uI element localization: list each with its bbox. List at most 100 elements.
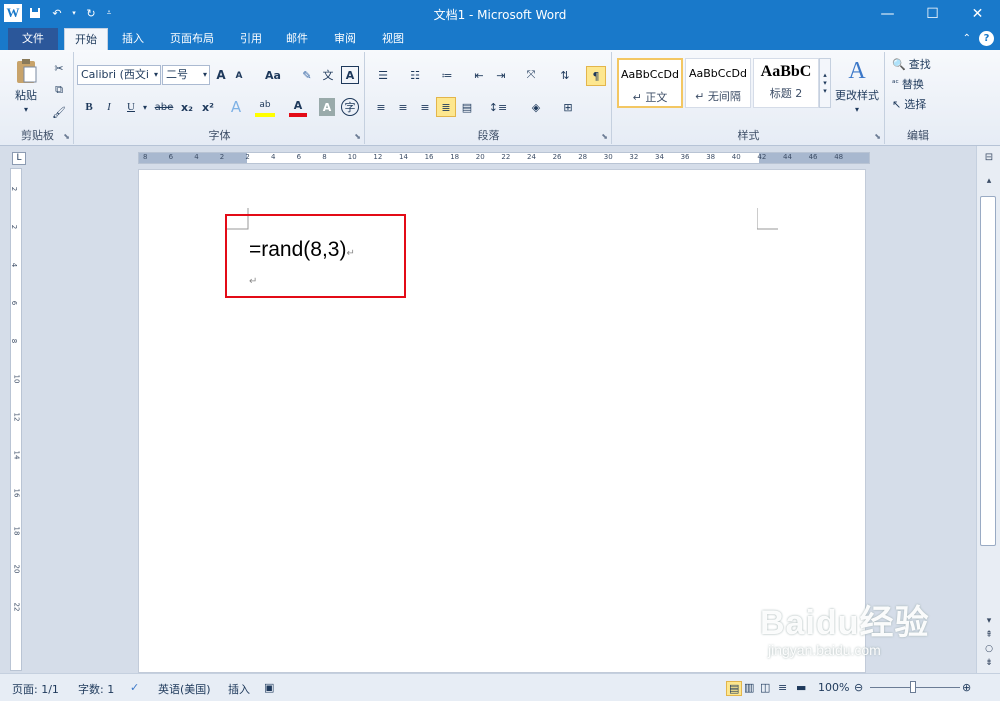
macro-record-icon[interactable]: ▣ <box>264 681 274 694</box>
chinese-layout-icon[interactable]: ⤧ <box>520 66 542 84</box>
justify-icon[interactable]: ≣ <box>436 97 456 117</box>
borders-icon[interactable]: ⊞ <box>556 98 580 116</box>
window-controls: — ☐ ✕ <box>865 0 1000 28</box>
styles-scroll-icon[interactable]: ▴ ▾ ▾ <box>819 58 831 108</box>
tab-review[interactable]: 审阅 <box>326 28 364 50</box>
phonetic-guide-icon[interactable]: 文 <box>319 66 337 84</box>
strikethrough-button[interactable]: abe <box>153 98 175 116</box>
increase-indent-icon[interactable]: ⇥ <box>492 66 510 84</box>
ruler-tick-label: 12 <box>373 153 383 161</box>
grow-font-button[interactable]: A <box>213 66 229 84</box>
paste-icon[interactable] <box>12 56 40 86</box>
copy-icon[interactable]: ⧉ <box>50 82 68 98</box>
minimize-ribbon-icon[interactable]: ⌃ <box>963 33 971 44</box>
tab-home[interactable]: 开始 <box>64 28 108 51</box>
shading-icon[interactable]: ◈ <box>524 98 548 116</box>
full-screen-reading-icon[interactable]: ▥ <box>744 681 754 694</box>
minimize-button[interactable]: — <box>865 0 910 28</box>
print-layout-icon[interactable]: ▤ <box>726 681 743 696</box>
draft-icon[interactable]: ▬ <box>796 681 806 694</box>
insert-mode[interactable]: 插入 <box>228 681 250 697</box>
vertical-ruler[interactable]: 2 2 4 6 8 10 12 14 16 18 20 22 <box>10 168 22 671</box>
ruler-tick-label: 10 <box>12 374 21 384</box>
bold-button[interactable]: B <box>81 98 97 116</box>
change-case-button[interactable]: Aa <box>261 66 285 84</box>
tab-insert[interactable]: 插入 <box>112 28 154 50</box>
line-spacing-icon[interactable]: ↕≡ <box>486 98 510 116</box>
bullets-icon[interactable]: ☰ <box>372 66 394 84</box>
italic-button[interactable]: I <box>101 98 117 116</box>
change-styles-button[interactable]: 更改样式 <box>831 88 883 102</box>
superscript-button[interactable]: x² <box>199 98 217 116</box>
sort-icon[interactable]: ⇅ <box>556 66 574 84</box>
font-name-combo[interactable]: Calibri (西文i ▾ <box>77 65 161 85</box>
word-count[interactable]: 字数: 1 <box>78 681 114 697</box>
scroll-thumb[interactable] <box>980 196 996 546</box>
tab-file[interactable]: 文件 <box>8 28 58 50</box>
underline-button[interactable]: U <box>123 98 139 116</box>
decrease-indent-icon[interactable]: ⇤ <box>470 66 488 84</box>
scroll-down-icon[interactable]: ▾ <box>982 616 996 626</box>
proofing-icon[interactable]: ✓ <box>130 681 139 694</box>
paste-button[interactable]: 粘贴 <box>8 88 44 102</box>
change-styles-dropdown-icon[interactable]: ▾ <box>845 104 869 114</box>
font-size-combo[interactable]: 二号 ▾ <box>162 65 210 85</box>
cut-icon[interactable]: ✂ <box>50 60 68 76</box>
language-status[interactable]: 英语(美国) <box>158 681 211 697</box>
close-button[interactable]: ✕ <box>955 0 1000 28</box>
scroll-up-icon[interactable]: ▴ <box>982 176 996 186</box>
clipboard-launcher-icon[interactable]: ⬊ <box>63 132 70 141</box>
paste-dropdown-icon[interactable]: ▾ <box>8 104 44 114</box>
tab-view[interactable]: 视图 <box>374 28 412 50</box>
change-styles-icon[interactable]: A <box>839 56 875 86</box>
find-button[interactable]: 🔍 查找 <box>892 56 946 72</box>
select-button[interactable]: ↖ 选择 <box>892 96 946 112</box>
web-layout-icon[interactable]: ◫ <box>760 681 770 694</box>
font-color-button[interactable]: A <box>289 97 307 117</box>
prev-page-icon[interactable]: ⇞ <box>982 630 996 640</box>
tab-page-layout[interactable]: 页面布局 <box>160 28 224 50</box>
tab-references[interactable]: 引用 <box>232 28 270 50</box>
align-left-icon[interactable]: ≡ <box>372 98 390 116</box>
ruler-toggle-icon[interactable]: ⊟ <box>982 152 996 163</box>
multilevel-list-icon[interactable]: ≔ <box>436 66 458 84</box>
char-border-button[interactable]: A <box>341 66 359 84</box>
horizontal-ruler[interactable]: 8 6 4 2 2 4 6 8 10 12 14 16 18 20 22 24 26 28 30 32 34 36 38 40… <box>138 152 870 164</box>
align-center-icon[interactable]: ≡ <box>394 98 412 116</box>
styles-launcher-icon[interactable]: ⬊ <box>874 132 881 141</box>
browse-object-icon[interactable]: ○ <box>982 644 996 654</box>
subscript-button[interactable]: x₂ <box>178 98 196 116</box>
highlight-icon[interactable]: ab <box>255 97 275 117</box>
enclose-char-button[interactable]: 字 <box>341 98 359 116</box>
outline-icon[interactable]: ≡ <box>778 681 787 694</box>
replace-button[interactable]: ᵃᶜ 替换 <box>892 76 946 92</box>
text-effects-icon[interactable]: A <box>227 97 245 117</box>
clear-format-icon[interactable]: ✎ <box>298 66 316 84</box>
align-right-icon[interactable]: ≡ <box>416 98 434 116</box>
numbering-icon[interactable]: ☷ <box>404 66 426 84</box>
distributed-icon[interactable]: ▤ <box>458 98 476 116</box>
maximize-button[interactable]: ☐ <box>910 0 955 28</box>
font-launcher-icon[interactable]: ⬊ <box>354 132 361 141</box>
format-painter-icon[interactable]: 🖌 <box>50 104 68 120</box>
underline-dropdown-icon[interactable]: ▾ <box>141 98 149 116</box>
tab-mailings[interactable]: 邮件 <box>278 28 316 50</box>
style-heading-2[interactable]: AaBbC 标题 2 <box>753 58 819 108</box>
find-label: 查找 <box>908 58 931 71</box>
help-icon[interactable]: ? <box>979 31 994 46</box>
style-normal[interactable]: AaBbCcDd ↵ 正文 <box>617 58 683 108</box>
tab-selector-icon[interactable]: L <box>12 152 26 165</box>
next-page-icon[interactable]: ⇟ <box>982 658 996 668</box>
paragraph-launcher-icon[interactable]: ⬊ <box>601 132 608 141</box>
zoom-out-icon[interactable]: ⊖ <box>854 681 863 694</box>
zoom-level[interactable]: 100% <box>818 681 849 694</box>
page-count[interactable]: 页面: 1/1 <box>12 681 59 697</box>
shrink-font-button[interactable]: A <box>231 68 247 84</box>
show-marks-icon[interactable]: ¶ <box>586 66 606 86</box>
zoom-slider-knob[interactable] <box>910 681 916 693</box>
zoom-in-icon[interactable]: ⊕ <box>962 681 971 694</box>
style-no-spacing[interactable]: AaBbCcDd ↵ 无间隔 <box>685 58 751 108</box>
char-shading-icon[interactable]: A <box>319 98 335 116</box>
vertical-scrollbar[interactable]: ⊟ ▴ ▾ ⇞ ○ ⇟ <box>976 146 1000 673</box>
ruler-tick-label: 18 <box>450 153 460 161</box>
